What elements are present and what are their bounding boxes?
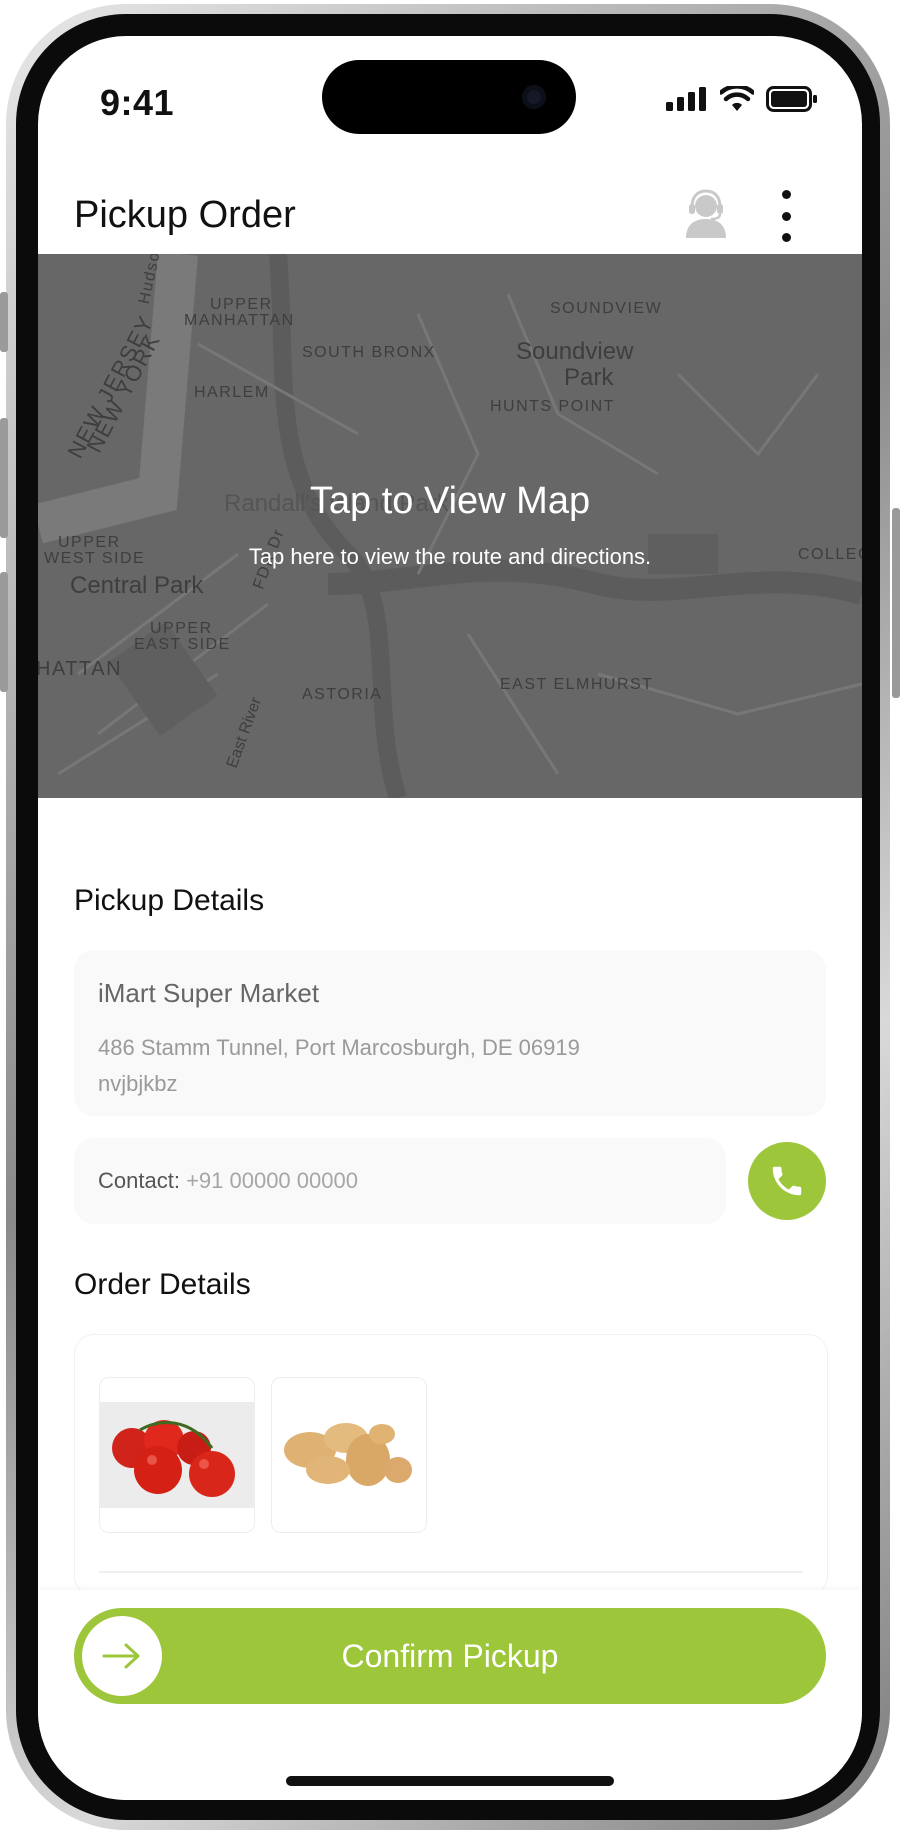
map-label: SOUTH BRONX — [302, 344, 436, 361]
side-button-power — [892, 508, 900, 698]
signal-icon — [666, 87, 706, 111]
side-button-action — [0, 292, 8, 352]
map-label: Central Park — [70, 572, 204, 599]
store-card: iMart Super Market 486 Stamm Tunnel, Por… — [74, 950, 826, 1116]
map-label: Soundview — [516, 338, 634, 365]
confirm-pickup-button[interactable]: Confirm Pickup — [74, 1608, 826, 1704]
order-divider — [99, 1571, 803, 1573]
map-label: Park — [564, 364, 614, 391]
map-label: ASTORIA — [302, 686, 383, 703]
store-address-line2: nvjbjkbz — [98, 1071, 178, 1096]
contact-card: Contact: +91 00000 00000 — [74, 1138, 726, 1224]
bottom-action-bar: Confirm Pickup — [38, 1590, 862, 1800]
order-items-card — [74, 1334, 828, 1596]
battery-icon — [766, 86, 817, 112]
store-address-line1: 486 Stamm Tunnel, Port Marcosburgh, DE 0… — [98, 1035, 580, 1060]
map-label: EAST ELMHURST — [500, 676, 654, 693]
map-label: HARLEM — [194, 384, 270, 401]
status-bar: 9:41 — [38, 36, 862, 146]
map-label: EAST SIDE — [134, 636, 231, 653]
map-title: Tap to View Map — [309, 480, 591, 522]
map-preview[interactable]: Hudson UPPER MANHATTAN NEW JERSEY NEW YO… — [38, 254, 862, 798]
phone-icon — [772, 1166, 802, 1196]
camera-icon — [522, 85, 546, 109]
order-details-title: Order Details — [74, 1268, 251, 1301]
map-label: MANHATTAN — [184, 312, 295, 329]
map-label: HATTAN — [38, 658, 123, 680]
contact-row: Contact: +91 00000 00000 — [98, 1168, 358, 1194]
side-button-volume-up — [0, 418, 8, 538]
status-icons — [666, 86, 818, 112]
pickup-details-title: Pickup Details — [74, 884, 265, 917]
map-label: HUNTS POINT — [490, 398, 615, 415]
map-label: SOUNDVIEW — [550, 300, 663, 317]
app-header: Pickup Order — [38, 146, 862, 256]
support-button[interactable] — [678, 186, 734, 242]
dynamic-island — [322, 60, 576, 134]
potatoes-illustration — [284, 1423, 412, 1486]
tomatoes-illustration — [100, 1402, 254, 1508]
tomatoes-image[interactable] — [99, 1377, 255, 1533]
side-button-volume-down — [0, 572, 8, 692]
potatoes-image[interactable] — [271, 1377, 427, 1533]
home-indicator[interactable] — [286, 1776, 614, 1786]
store-name: iMart Super Market — [98, 978, 320, 1008]
map-roads — [38, 254, 862, 798]
wifi-icon — [720, 86, 754, 111]
more-vertical-icon[interactable] — [770, 190, 802, 242]
page-title: Pickup Order — [74, 194, 296, 236]
status-time: 9:41 — [100, 82, 175, 123]
call-button[interactable] — [748, 1142, 826, 1220]
confirm-pickup-label: Confirm Pickup — [341, 1638, 559, 1674]
contact-label: Contact: — [98, 1168, 180, 1193]
map-subtitle: Tap here to view the route and direction… — [248, 544, 652, 569]
phone-screen: 9:41 Pickup Order Hudson UPPER MANHATTAN… — [38, 36, 862, 1800]
store-address: 486 Stamm Tunnel, Port Marcosburgh, DE 0… — [98, 1030, 580, 1102]
contact-value: +91 00000 00000 — [186, 1168, 358, 1193]
support-agent-icon — [686, 189, 726, 238]
